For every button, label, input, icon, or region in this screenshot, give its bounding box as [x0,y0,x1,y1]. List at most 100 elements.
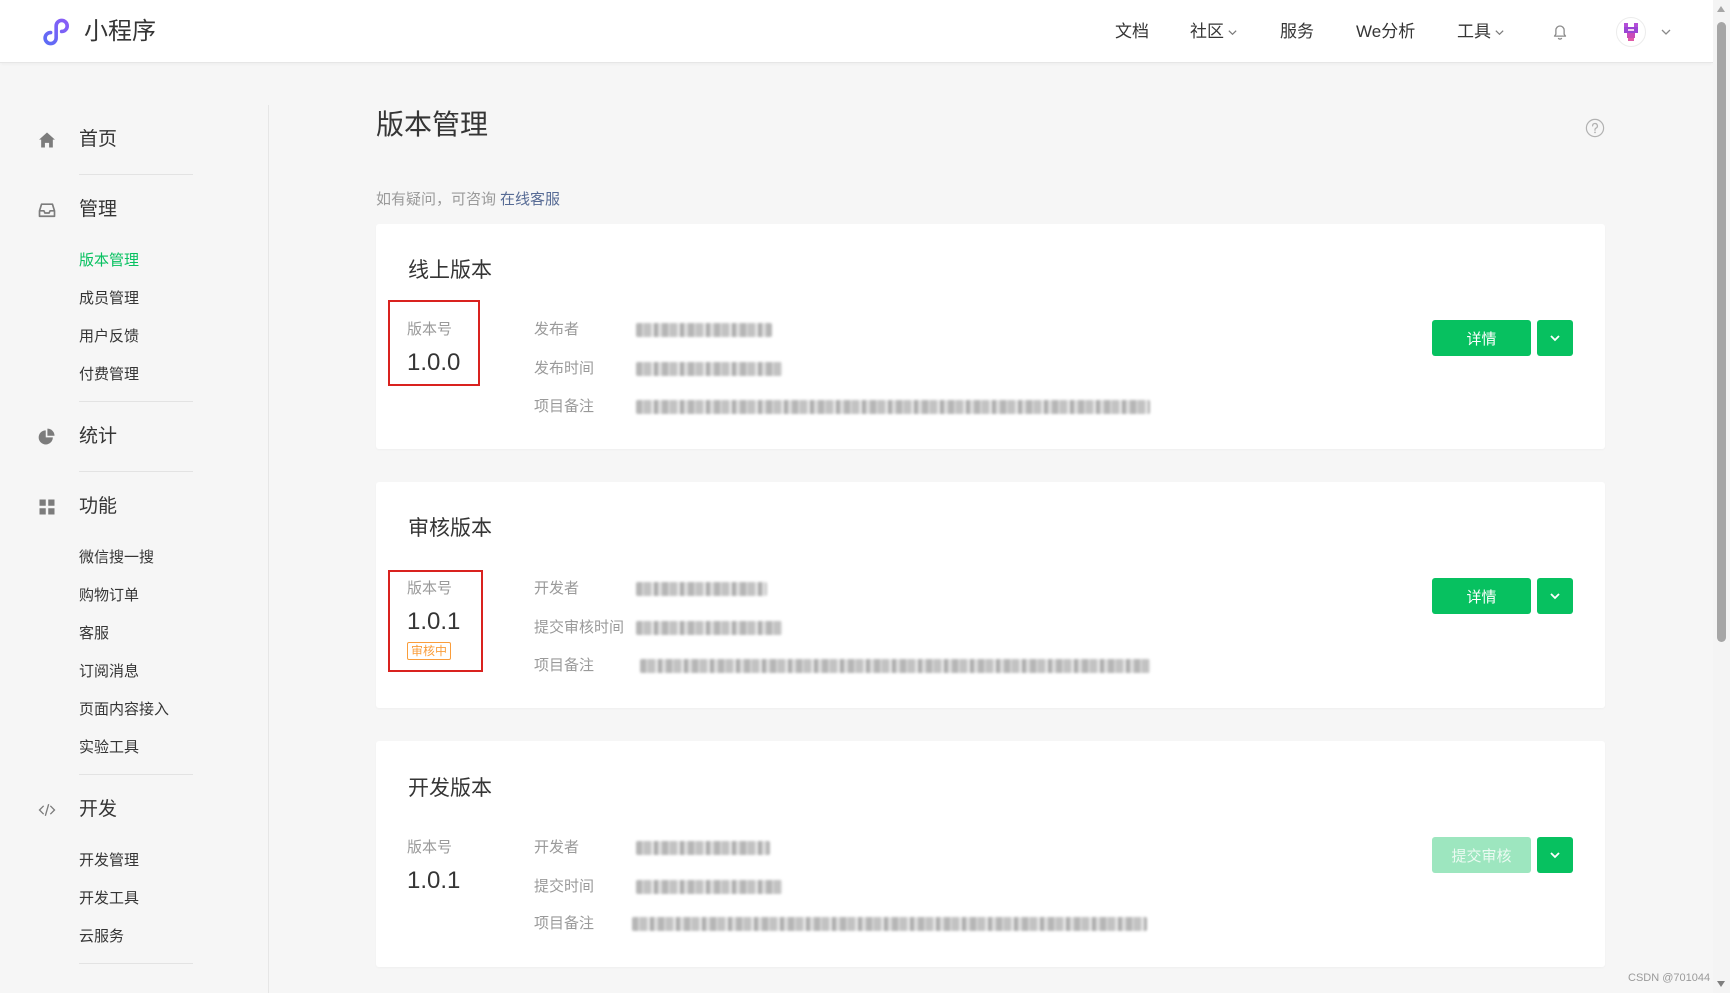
project-remark-value [632,917,1147,931]
developer-value [636,841,770,855]
sidebar-divider [79,774,193,775]
field-label-developer: 开发者 [534,839,580,856]
sidebar-item-label: 管理 [79,199,118,220]
notice-text: 如有疑问，可咨询 [376,191,497,208]
sidebar-item-member-management[interactable]: 成员管理 [0,280,269,318]
scroll-up-arrow[interactable] [1717,6,1725,12]
sidebar-item-cloud-service[interactable]: 云服务 [0,918,269,956]
sidebar-item-version-management[interactable]: 版本管理 [0,242,269,280]
sidebar-divider [79,401,193,402]
field-label-submit-time: 提交时间 [534,878,595,895]
sidebar-group-develop: 开发 开发管理 开发工具 云服务 [0,790,269,964]
pie-chart-icon [37,427,57,447]
version-label: 版本号 [407,321,453,338]
status-badge: 审核中 [407,642,452,660]
field-label-project-remark: 项目备注 [534,657,595,674]
vertical-scrollbar[interactable] [1713,0,1730,993]
sidebar-item-page-content-access[interactable]: 页面内容接入 [0,691,269,729]
field-label-project-remark: 项目备注 [534,398,595,415]
sidebar-item-user-feedback[interactable]: 用户反馈 [0,318,269,356]
online-version-card: 线上版本 版本号 1.0.0 发布者 发布时间 项目备注 详情 [376,224,1605,449]
sidebar-item-develop[interactable]: 开发 [0,790,269,830]
mini-program-logo-icon[interactable] [40,15,74,49]
page-title: 版本管理 [376,109,489,140]
sidebar-item-shopping-orders[interactable]: 购物订单 [0,577,269,615]
sidebar-item-wechat-search[interactable]: 微信搜一搜 [0,539,269,577]
sidebar-item-home[interactable]: 首页 [0,120,269,160]
sidebar-item-dev-management[interactable]: 开发管理 [0,842,269,880]
more-actions-button[interactable] [1537,578,1573,614]
sidebar-item-dev-tools[interactable]: 开发工具 [0,880,269,918]
sidebar-item-manage[interactable]: 管理 [0,190,269,230]
details-button[interactable]: 详情 [1432,578,1531,614]
help-icon[interactable] [1585,118,1605,138]
bell-icon[interactable] [1549,21,1571,43]
field-label-publish-time: 发布时间 [534,360,595,377]
version-number: 1.0.0 [407,349,461,376]
field-label-developer: 开发者 [534,580,580,597]
submit-review-button[interactable]: 提交审核 [1432,837,1531,873]
project-remark-value [640,659,1150,673]
chevron-down-icon[interactable] [1660,26,1672,38]
nav-tools[interactable]: 工具 [1457,20,1505,44]
sidebar-group-stats: 统计 [0,417,269,472]
chevron-down-icon [1548,589,1562,603]
nav-community[interactable]: 社区 [1190,20,1238,44]
nav-docs[interactable]: 文档 [1115,20,1149,44]
scroll-down-arrow[interactable] [1717,981,1725,987]
details-button[interactable]: 详情 [1432,320,1531,356]
top-header: 小程序 文档 社区 服务 We分析 工具 [0,0,1713,63]
sidebar-group-home: 首页 [0,120,269,175]
nav-label: 文档 [1115,22,1149,41]
more-actions-button[interactable] [1537,837,1573,873]
nav-label: 社区 [1190,22,1224,41]
app-title[interactable]: 小程序 [84,17,156,47]
inbox-icon [37,200,57,220]
card-title: 线上版本 [408,259,492,282]
nav-label: We分析 [1356,22,1416,41]
sidebar-item-label: 首页 [79,129,118,150]
watermark: CSDN @701044 [1628,972,1711,984]
nav-label: 服务 [1280,22,1314,41]
online-support-link[interactable]: 在线客服 [500,191,560,208]
home-icon [37,130,57,150]
version-number: 1.0.1 [407,608,461,635]
nav-services[interactable]: 服务 [1280,20,1314,44]
developer-value [636,582,767,596]
sidebar-divider [79,174,193,175]
sidebar-item-stats[interactable]: 统计 [0,417,269,457]
development-version-card: 开发版本 版本号 1.0.1 开发者 提交时间 项目备注 提交审核 [376,741,1605,967]
chevron-down-icon [1548,331,1562,345]
scrollbar-thumb[interactable] [1717,22,1726,642]
sidebar-item-label: 开发 [79,799,118,820]
sidebar-item-payment-management[interactable]: 付费管理 [0,356,269,394]
version-label: 版本号 [407,839,453,856]
submit-review-time-value [636,621,782,635]
review-version-card: 审核版本 版本号 1.0.1 审核中 开发者 提交审核时间 项目备注 详情 [376,482,1605,708]
chevron-down-icon [1227,27,1238,38]
submit-time-value [636,880,782,894]
grid-icon [37,497,57,517]
sidebar-item-features[interactable]: 功能 [0,487,269,527]
field-label-submit-review-time: 提交审核时间 [534,619,625,636]
sidebar-group-features: 功能 微信搜一搜 购物订单 客服 订阅消息 页面内容接入 实验工具 [0,487,269,775]
help-notice: 如有疑问，可咨询 在线客服 [376,190,560,210]
sidebar-item-subscription-messages[interactable]: 订阅消息 [0,653,269,691]
more-actions-button[interactable] [1537,320,1573,356]
sidebar: 首页 管理 版本管理 成员管理 用户反馈 付费管理 统计 功能 微信搜一搜 购物… [0,63,269,993]
card-title: 开发版本 [408,777,492,800]
field-label-project-remark: 项目备注 [534,915,595,932]
sidebar-sublist-features: 微信搜一搜 购物订单 客服 订阅消息 页面内容接入 实验工具 [0,539,269,767]
chevron-down-icon [1548,848,1562,862]
publish-time-value [636,362,782,376]
sidebar-item-experiment-tools[interactable]: 实验工具 [0,729,269,767]
project-remark-value [636,400,1150,414]
nav-we-analytics[interactable]: We分析 [1356,20,1415,44]
sidebar-sublist-develop: 开发管理 开发工具 云服务 [0,842,269,956]
code-icon [37,800,57,820]
avatar[interactable] [1616,17,1646,47]
version-label: 版本号 [407,580,453,597]
sidebar-item-customer-service[interactable]: 客服 [0,615,269,653]
sidebar-item-label: 功能 [79,496,118,517]
sidebar-item-label: 统计 [79,426,118,447]
